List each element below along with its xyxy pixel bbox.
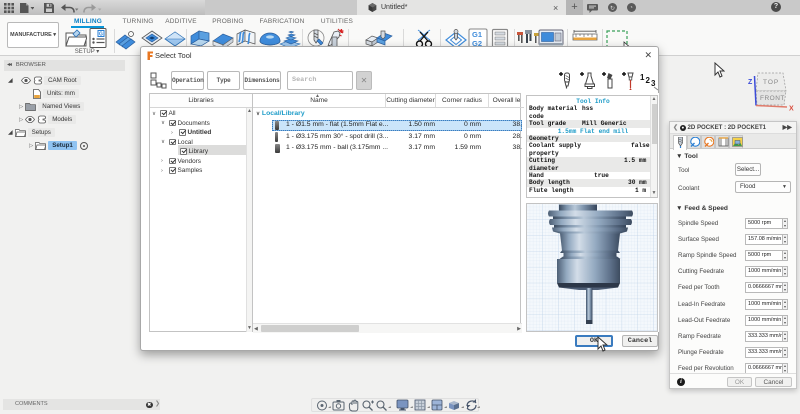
svg-text:1: 1 xyxy=(640,73,645,82)
svg-text:FRONT: FRONT xyxy=(760,95,785,102)
svg-text:2: 2 xyxy=(646,76,651,85)
svg-text:G1: G1 xyxy=(472,30,482,39)
svg-text:TOP: TOP xyxy=(763,79,779,86)
svg-text:G: G xyxy=(99,32,103,38)
svg-text:X: X xyxy=(789,106,794,113)
svg-text:3: 3 xyxy=(651,79,656,88)
svg-text:Z: Z xyxy=(748,79,753,86)
